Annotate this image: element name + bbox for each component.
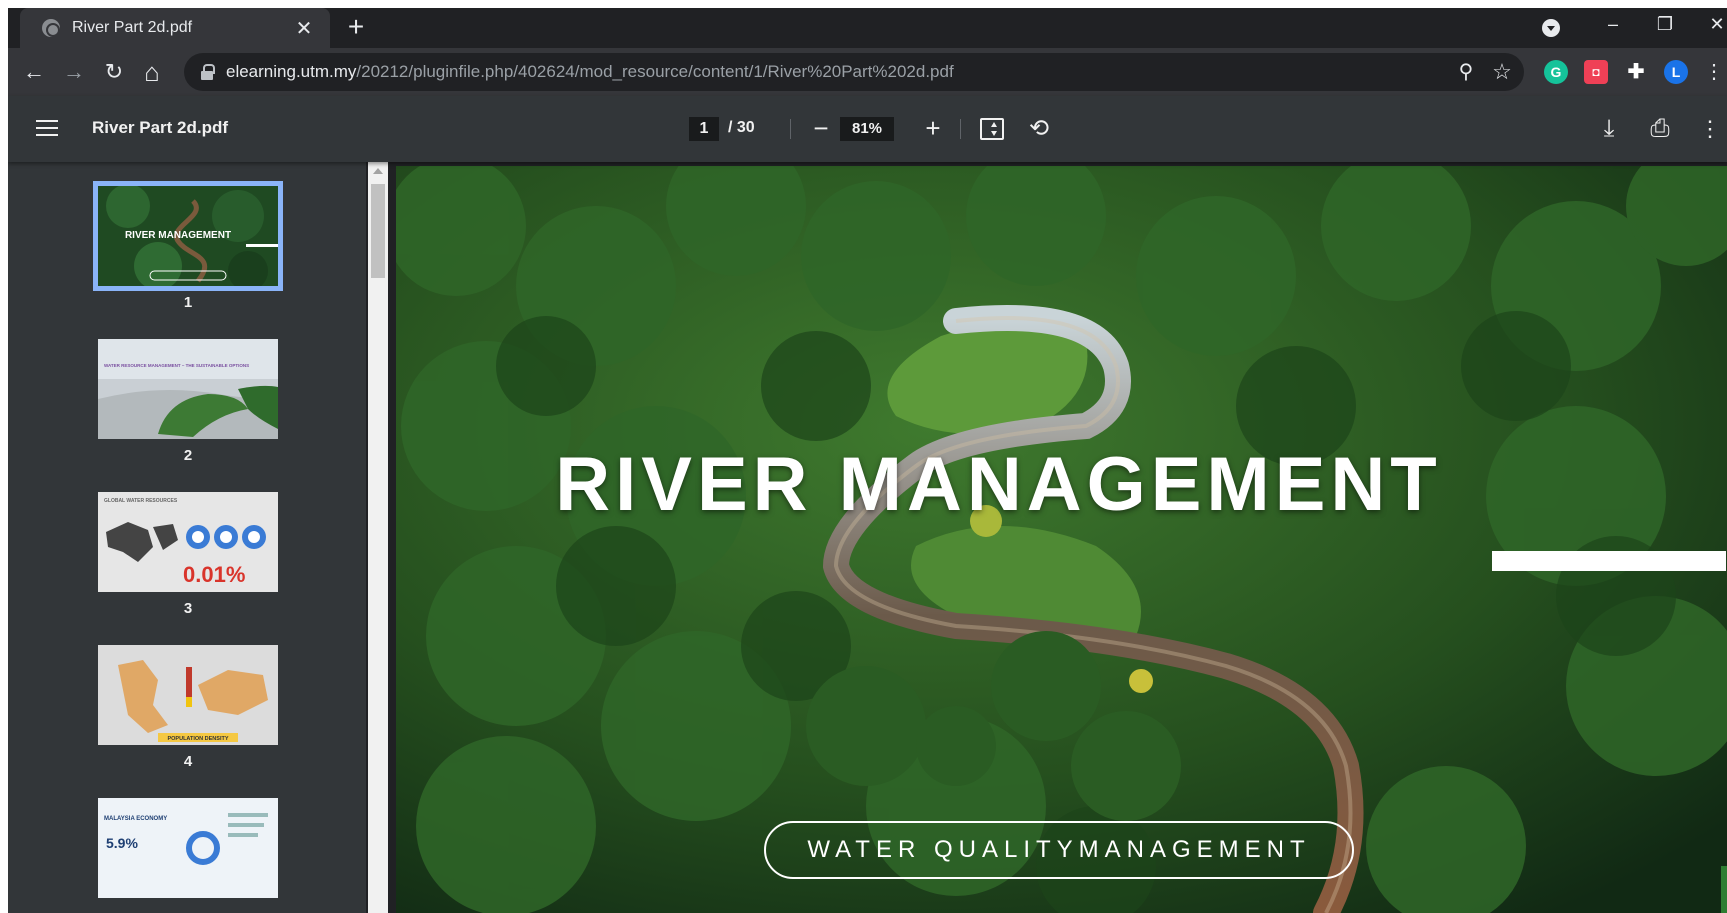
thumbnail-3-image: GLOBAL WATER RESOURCES 0.01% <box>98 492 278 592</box>
sidebar-toggle-icon[interactable] <box>36 120 58 138</box>
print-icon[interactable]: ⎙ <box>1644 113 1676 145</box>
puzzle-icon[interactable]: ✚ <box>1624 60 1648 84</box>
title-accent-bar <box>1492 551 1726 571</box>
fit-to-page-icon[interactable] <box>980 118 1004 140</box>
forward-button[interactable]: → <box>58 56 90 88</box>
thumbnail-3-value: 0.01% <box>183 562 245 587</box>
url-text: elearning.utm.my/20212/pluginfile.php/40… <box>226 62 954 82</box>
reload-button[interactable]: ↻ <box>98 56 130 88</box>
tab-river-part-2d[interactable]: River Part 2d.pdf ✕ <box>20 8 330 48</box>
thumbnail-page-5[interactable]: MALAYSIA ECONOMY 5.9% <box>98 798 278 898</box>
page-subtitle: WATER QUALITYMANAGEMENT <box>764 821 1354 879</box>
tab-close-icon[interactable]: ✕ <box>294 16 314 41</box>
address-bar[interactable]: elearning.utm.my/20212/pluginfile.php/40… <box>184 53 1524 91</box>
toolbar-divider <box>960 119 961 139</box>
page-title: RIVER MANAGEMENT <box>555 442 1442 527</box>
thumbnail-page-2[interactable]: WATER RESOURCE MANAGEMENT – THE SUSTAINA… <box>98 339 278 439</box>
browser-window: River Part 2d.pdf ✕ + – ❐ ✕ ← → ↻ ⌂ elea… <box>8 8 1727 913</box>
new-tab-button[interactable]: + <box>340 12 372 44</box>
scrollbar-thumb[interactable] <box>371 184 385 278</box>
toolbar-divider <box>790 119 791 139</box>
thumbnail-4-caption: POPULATION DENSITY <box>167 736 228 742</box>
close-window-button[interactable]: ✕ <box>1702 14 1727 35</box>
globe-icon <box>42 19 60 37</box>
restore-button[interactable]: ❐ <box>1650 14 1680 35</box>
tab-title: River Part 2d.pdf <box>72 19 193 36</box>
back-button[interactable]: ← <box>18 56 50 88</box>
pdf-more-icon[interactable]: ⋮ <box>1694 113 1726 145</box>
scroll-up-arrow-icon[interactable] <box>373 168 383 174</box>
thumbnail-3-caption: GLOBAL WATER RESOURCES <box>104 498 178 504</box>
thumbnail-2-caption: WATER RESOURCE MANAGEMENT – THE SUSTAINA… <box>104 363 249 368</box>
thumbnail-sidebar: RIVER MANAGEMENT 1 WATER RESOURCE MANAGE… <box>8 162 388 913</box>
thumbnail-5-value: 5.9% <box>106 835 138 851</box>
thumbnail-number: 3 <box>183 600 193 617</box>
thumbnail-page-1[interactable]: RIVER MANAGEMENT <box>93 181 283 291</box>
zoom-icon[interactable]: ⚲ <box>1450 56 1482 88</box>
thumbnail-page-4[interactable]: POPULATION DENSITY <box>98 645 278 745</box>
pocket-icon[interactable]: ◘ <box>1584 60 1608 84</box>
url-host: elearning.utm.my <box>226 62 357 81</box>
pdf-page-area[interactable]: RIVER MANAGEMENT WATER QUALITYMANAGEMENT <box>396 166 1727 913</box>
thumbnail-1-image: RIVER MANAGEMENT <box>98 184 278 291</box>
thumbnail-list: RIVER MANAGEMENT 1 WATER RESOURCE MANAGE… <box>8 162 366 913</box>
rotate-icon[interactable]: ⟲ <box>1026 117 1052 141</box>
zoom-in-button[interactable]: + <box>917 113 949 145</box>
minimize-button[interactable]: – <box>1598 14 1628 35</box>
page-edge-marker <box>1721 866 1727 913</box>
zoom-level-input[interactable]: 81% <box>840 117 894 141</box>
thumbnail-5-caption: MALAYSIA ECONOMY <box>104 816 167 822</box>
browser-toolbar: ← → ↻ ⌂ elearning.utm.my/20212/pluginfil… <box>8 48 1727 96</box>
tab-search-icon[interactable] <box>1542 19 1560 37</box>
thumbnail-number: 1 <box>183 294 193 311</box>
tab-strip: River Part 2d.pdf ✕ + – ❐ ✕ <box>8 8 1727 48</box>
zoom-out-button[interactable]: − <box>805 113 837 145</box>
thumbnail-page-3[interactable]: GLOBAL WATER RESOURCES 0.01% <box>98 492 278 592</box>
bookmark-star-icon[interactable]: ☆ <box>1486 56 1518 88</box>
page-number-input[interactable]: 1 <box>689 117 719 141</box>
home-button[interactable]: ⌂ <box>136 56 168 88</box>
rainforest-river-photo <box>396 166 1727 913</box>
thumbnail-number: 2 <box>183 447 193 464</box>
thumbnail-2-image: WATER RESOURCE MANAGEMENT – THE SUSTAINA… <box>98 339 278 439</box>
sidebar-scrollbar[interactable] <box>368 162 388 913</box>
download-icon[interactable]: ⤓ <box>1593 113 1625 145</box>
thumbnail-4-image: POPULATION DENSITY <box>98 645 278 745</box>
lock-icon[interactable] <box>200 64 215 80</box>
pdf-title: River Part 2d.pdf <box>92 118 229 137</box>
pdf-toolbar: River Part 2d.pdf 1 / 30 − 81% + ⟲ ⤓ ⎙ ⋮ <box>8 96 1727 162</box>
thumbnail-number: 4 <box>183 753 193 770</box>
grammarly-icon[interactable]: G <box>1544 60 1568 84</box>
profile-avatar[interactable]: L <box>1664 60 1688 84</box>
thumbnail-1-caption: RIVER MANAGEMENT <box>125 230 231 241</box>
page-total: / 30 <box>728 119 755 136</box>
browser-menu-icon[interactable]: ⋮ <box>1698 56 1727 88</box>
thumbnail-5-image: MALAYSIA ECONOMY 5.9% <box>98 798 278 898</box>
url-path: /20212/pluginfile.php/402624/mod_resourc… <box>356 62 954 81</box>
